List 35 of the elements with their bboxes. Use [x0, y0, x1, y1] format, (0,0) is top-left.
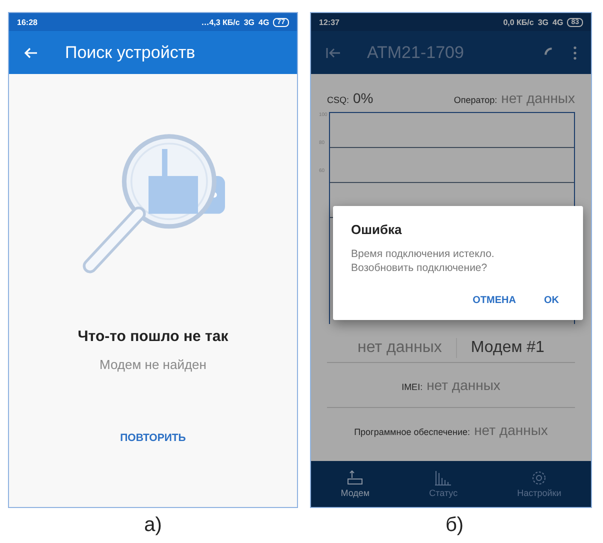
status-time: 16:28 — [17, 18, 38, 26]
device-title: АТМ21-1709 — [367, 42, 465, 62]
router-icon — [345, 470, 366, 486]
imei-value: нет данных — [426, 377, 500, 393]
network-type: 3G — [244, 18, 255, 26]
operator-label: Оператор: — [454, 95, 498, 105]
screen-title: Поиск устройств — [65, 42, 196, 62]
csq-value: 0% — [353, 90, 374, 106]
dialog-message: Время подключения истекло. Возобновить подключение? — [351, 247, 496, 276]
network-speed: 0,0 КБ/с — [503, 18, 534, 26]
firmware-label: Программное обеспечение: — [354, 427, 470, 437]
network-type: 4G — [552, 18, 564, 26]
nav-tab[interactable]: Настройки — [517, 470, 562, 498]
network-type: 3G — [538, 18, 549, 26]
dialog-button[interactable]: ОТМЕНА — [466, 291, 522, 310]
bar-chart-icon — [433, 470, 454, 486]
more-menu-icon[interactable] — [573, 46, 577, 60]
status-time: 12:37 — [319, 18, 340, 26]
network-type: 4G — [258, 18, 270, 26]
dialog-button[interactable]: OK — [538, 291, 565, 310]
network-speed: …4,3 КБ/с — [201, 18, 240, 26]
firmware-value: нет данных — [474, 422, 548, 438]
modem-name: Модем #1 — [470, 339, 544, 357]
nav-tab[interactable]: Статус — [429, 470, 458, 498]
error-message: Модем не найден — [100, 357, 206, 372]
operator-value: нет данных — [501, 90, 575, 106]
imei-label: IMEI: — [402, 382, 423, 392]
figure-caption: б) — [445, 514, 464, 537]
dialog-title: Ошибка — [351, 222, 403, 237]
nav-tab[interactable]: Модем — [340, 470, 370, 498]
csq-label: CSQ: — [327, 95, 350, 105]
error-title: Что-то пошло не так — [78, 328, 228, 345]
figure-caption: а) — [144, 514, 162, 537]
retry-button[interactable]: ПОВТОРИТЬ — [116, 430, 190, 446]
modem-status: нет данных — [358, 339, 442, 357]
